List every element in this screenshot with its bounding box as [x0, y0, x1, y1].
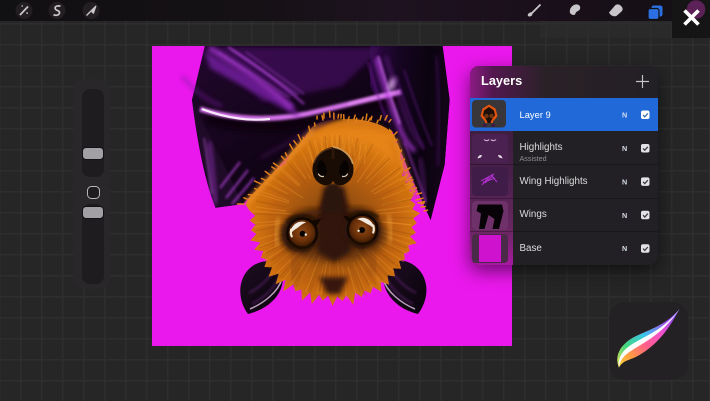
- svg-text:N: N: [622, 110, 627, 119]
- svg-text:N: N: [622, 177, 627, 186]
- svg-text:N: N: [622, 244, 627, 253]
- svg-text:N: N: [622, 210, 627, 219]
- svg-text:N: N: [622, 144, 627, 153]
